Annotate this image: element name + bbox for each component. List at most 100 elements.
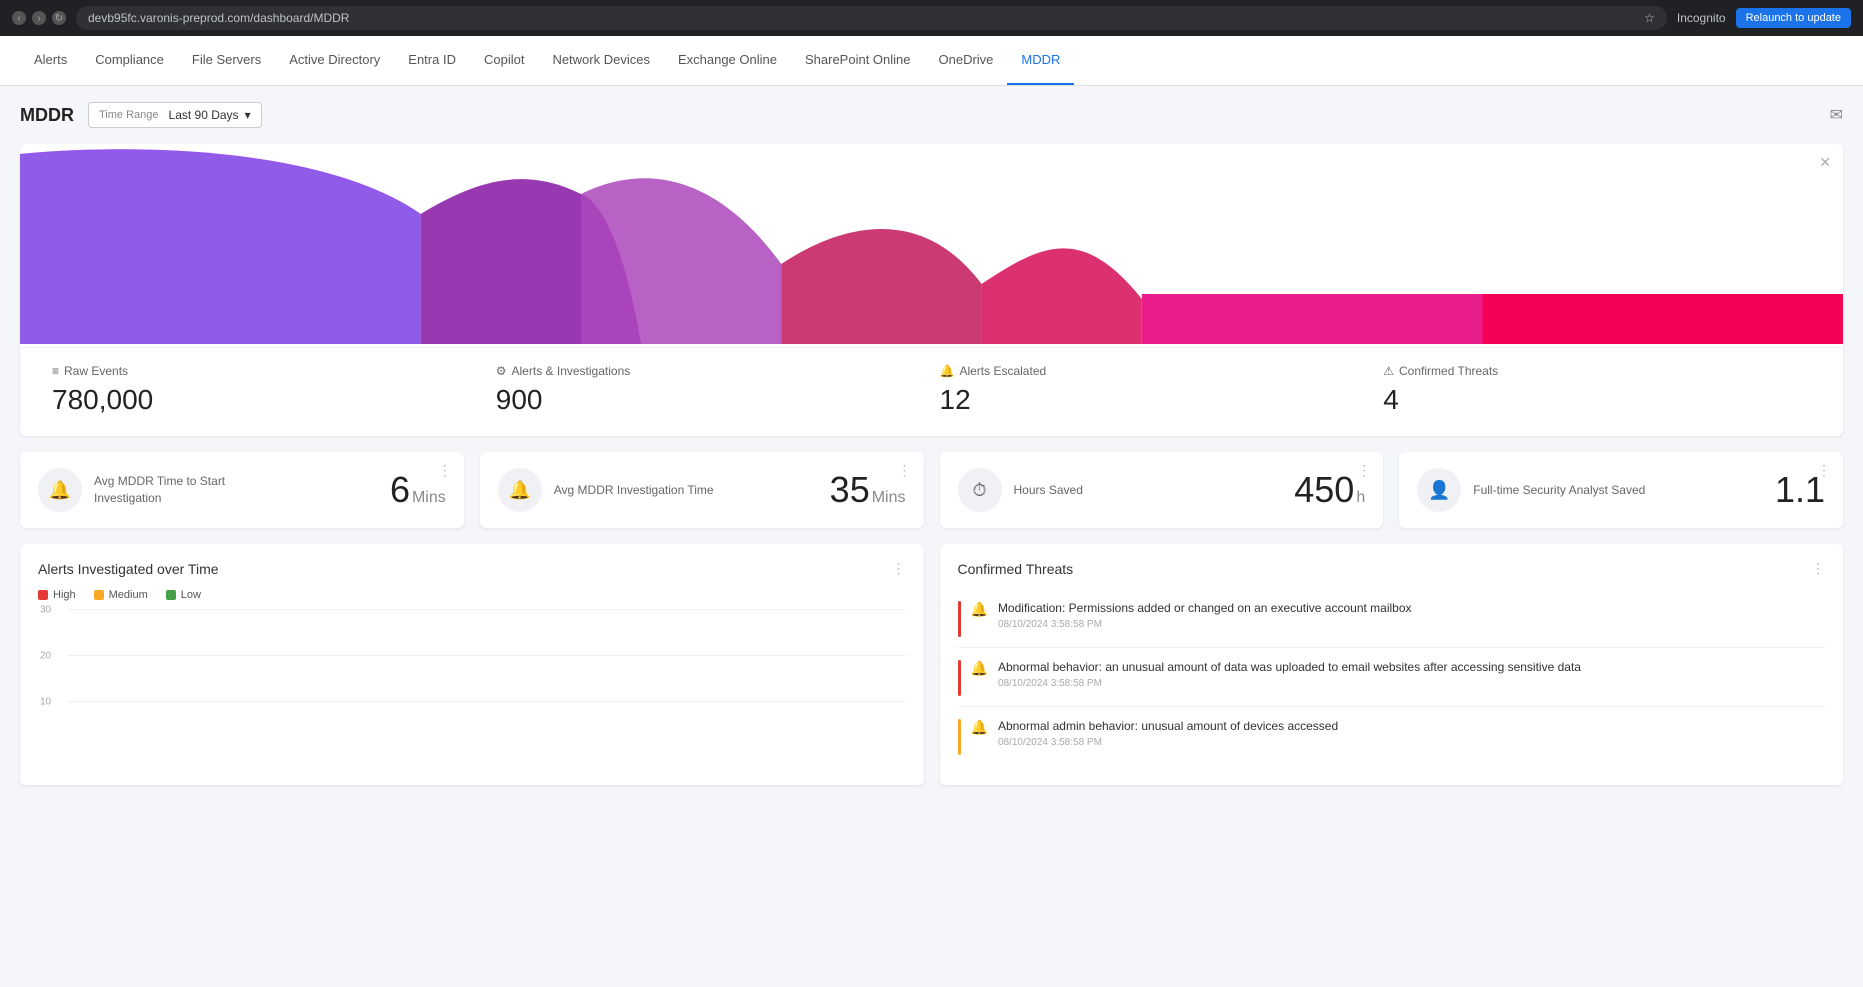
- address-bar[interactable]: devb95fc.varonis-preprod.com/dashboard/M…: [76, 6, 1667, 30]
- investigation-time-unit: Mins: [872, 489, 906, 507]
- stat-card-avg-time: ⋮ 🔔 Avg MDDR Time to StartInvestigation …: [20, 452, 464, 528]
- refresh-button[interactable]: ↻: [52, 11, 66, 25]
- threat-item-1[interactable]: 🔔 Modification: Permissions added or cha…: [958, 589, 1826, 648]
- person-icon: 👤: [1417, 468, 1461, 512]
- threat-severity-high-2: [958, 660, 961, 696]
- bookmark-icon[interactable]: ☆: [1644, 11, 1655, 25]
- confirmed-threats-value: 4: [1383, 384, 1811, 416]
- hours-saved-number: 450: [1294, 469, 1354, 511]
- alerts-escalated-label: Alerts Escalated: [959, 364, 1046, 378]
- nav-tab-alerts[interactable]: Alerts: [20, 36, 81, 85]
- investigation-time-label: Avg MDDR Investigation Time: [554, 482, 714, 499]
- threat-severity-medium-3: [958, 719, 961, 755]
- stat-card-analyst-saved: ⋮ 👤 Full-time Security Analyst Saved 1.1: [1399, 452, 1843, 528]
- metric-alerts-escalated: 🔔 Alerts Escalated 12: [932, 364, 1376, 416]
- legend-high-dot: [38, 590, 48, 600]
- nav-tab-network-devices[interactable]: Network Devices: [538, 36, 664, 85]
- chart-menu-icon[interactable]: ⋮: [892, 560, 906, 577]
- nav-tab-file-servers[interactable]: File Servers: [178, 36, 275, 85]
- mail-icon[interactable]: ✉: [1830, 105, 1843, 125]
- funnel-card: ✕ ≡ Raw Events 780,000: [20, 144, 1843, 436]
- alerts-investigations-label: Alerts & Investigations: [512, 364, 631, 378]
- nav-tab-exchange-online[interactable]: Exchange Online: [664, 36, 791, 85]
- confirmed-threats-icon: ⚠: [1383, 364, 1394, 378]
- incognito-label: Incognito: [1677, 11, 1726, 25]
- threats-card-title: Confirmed Threats: [958, 561, 1074, 577]
- threat-item-2[interactable]: 🔔 Abnormal behavior: an unusual amount o…: [958, 648, 1826, 707]
- browser-actions: Incognito Relaunch to update: [1677, 8, 1851, 28]
- nav-tab-mddr[interactable]: MDDR: [1007, 36, 1074, 85]
- legend-medium: Medium: [94, 589, 148, 601]
- url-text: devb95fc.varonis-preprod.com/dashboard/M…: [88, 11, 349, 25]
- card-menu-icon-1[interactable]: ⋮: [438, 462, 452, 479]
- hours-saved-value: 450 h: [1294, 469, 1365, 511]
- forward-button[interactable]: ›: [32, 11, 46, 25]
- avg-time-unit: Mins: [412, 489, 446, 507]
- time-range-button[interactable]: Time Range Last 90 Days ▾: [88, 102, 262, 128]
- stat-card-hours-saved: ⋮ ⏱ Hours Saved 450 h: [940, 452, 1384, 528]
- raw-events-label: Raw Events: [64, 364, 128, 378]
- nav-tab-compliance[interactable]: Compliance: [81, 36, 178, 85]
- alerts-chart-card: Alerts Investigated over Time ⋮ High Med…: [20, 544, 924, 785]
- analyst-saved-label: Full-time Security Analyst Saved: [1473, 482, 1645, 499]
- page-header: MDDR Time Range Last 90 Days ▾ ✉: [20, 102, 1843, 128]
- back-button[interactable]: ‹: [12, 11, 26, 25]
- nav-tab-active-directory[interactable]: Active Directory: [275, 36, 394, 85]
- threats-menu-icon[interactable]: ⋮: [1811, 560, 1825, 577]
- chart-card-header: Alerts Investigated over Time ⋮: [38, 560, 906, 577]
- funnel-close-icon[interactable]: ✕: [1819, 154, 1831, 171]
- legend-medium-dot: [94, 590, 104, 600]
- chart-legend: High Medium Low: [38, 589, 906, 601]
- legend-low-label: Low: [181, 589, 201, 601]
- stat-card-left-2: 🔔 Avg MDDR Investigation Time: [498, 468, 714, 512]
- nav-tab-sharepoint-online[interactable]: SharePoint Online: [791, 36, 925, 85]
- bottom-row: Alerts Investigated over Time ⋮ High Med…: [20, 544, 1843, 785]
- avg-time-label: Avg MDDR Time to StartInvestigation: [94, 473, 225, 507]
- threat-content-2: Abnormal behavior: an unusual amount of …: [998, 658, 1581, 689]
- relaunch-button[interactable]: Relaunch to update: [1736, 8, 1851, 28]
- confirmed-threats-label: Confirmed Threats: [1399, 364, 1498, 378]
- threat-content-1: Modification: Permissions added or chang…: [998, 599, 1412, 630]
- nav-tab-entra-id[interactable]: Entra ID: [394, 36, 470, 85]
- stat-card-left-1: 🔔 Avg MDDR Time to StartInvestigation: [38, 468, 225, 512]
- card-menu-icon-3[interactable]: ⋮: [1357, 462, 1371, 479]
- legend-low-dot: [166, 590, 176, 600]
- nav-tab-copilot[interactable]: Copilot: [470, 36, 538, 85]
- threat-item-3[interactable]: 🔔 Abnormal admin behavior: unusual amoun…: [958, 707, 1826, 765]
- card-menu-icon-4[interactable]: ⋮: [1817, 462, 1831, 479]
- chevron-down-icon: ▾: [245, 108, 251, 122]
- alerts-escalated-value: 12: [940, 384, 1368, 416]
- legend-low: Low: [166, 589, 201, 601]
- confirmed-threats-card: Confirmed Threats ⋮ 🔔 Modification: Perm…: [940, 544, 1844, 785]
- clock-icon: ⏱: [958, 468, 1002, 512]
- raw-events-value: 780,000: [52, 384, 480, 416]
- stat-card-left-4: 👤 Full-time Security Analyst Saved: [1417, 468, 1645, 512]
- threat-text-1: Modification: Permissions added or chang…: [998, 599, 1412, 617]
- investigation-time-value: 35 Mins: [830, 469, 906, 511]
- metric-alerts-investigations: ⚙ Alerts & Investigations 900: [488, 364, 932, 416]
- hours-saved-unit: h: [1356, 489, 1365, 507]
- threats-card-header: Confirmed Threats ⋮: [958, 560, 1826, 577]
- stat-card-left-3: ⏱ Hours Saved: [958, 468, 1083, 512]
- time-range-value: Last 90 Days: [169, 108, 239, 122]
- threat-text-2: Abnormal behavior: an unusual amount of …: [998, 658, 1581, 676]
- funnel-metrics: ≡ Raw Events 780,000 ⚙ Alerts & Investig…: [20, 347, 1843, 436]
- header-right: ✉: [1830, 105, 1843, 125]
- card-menu-icon-2[interactable]: ⋮: [898, 462, 912, 479]
- raw-events-icon: ≡: [52, 364, 59, 378]
- chart-card-title: Alerts Investigated over Time: [38, 561, 219, 577]
- page-title: MDDR: [20, 105, 74, 126]
- threat-time-2: 08/10/2024 3:58:58 PM: [998, 678, 1581, 689]
- legend-high: High: [38, 589, 76, 601]
- funnel-chart: [20, 144, 1843, 344]
- threat-text-3: Abnormal admin behavior: unusual amount …: [998, 717, 1338, 735]
- threat-bell-icon-1: 🔔: [971, 601, 988, 618]
- nav-tab-onedrive[interactable]: OneDrive: [925, 36, 1008, 85]
- threat-bell-icon-3: 🔔: [971, 719, 988, 736]
- page-content: MDDR Time Range Last 90 Days ▾ ✉ ✕: [0, 86, 1863, 985]
- nav-bar: AlertsComplianceFile ServersActive Direc…: [0, 36, 1863, 86]
- browser-chrome: ‹ › ↻ devb95fc.varonis-preprod.com/dashb…: [0, 0, 1863, 36]
- hours-saved-label: Hours Saved: [1014, 482, 1083, 499]
- browser-controls: ‹ › ↻: [12, 11, 66, 25]
- metric-confirmed-threats: ⚠ Confirmed Threats 4: [1375, 364, 1819, 416]
